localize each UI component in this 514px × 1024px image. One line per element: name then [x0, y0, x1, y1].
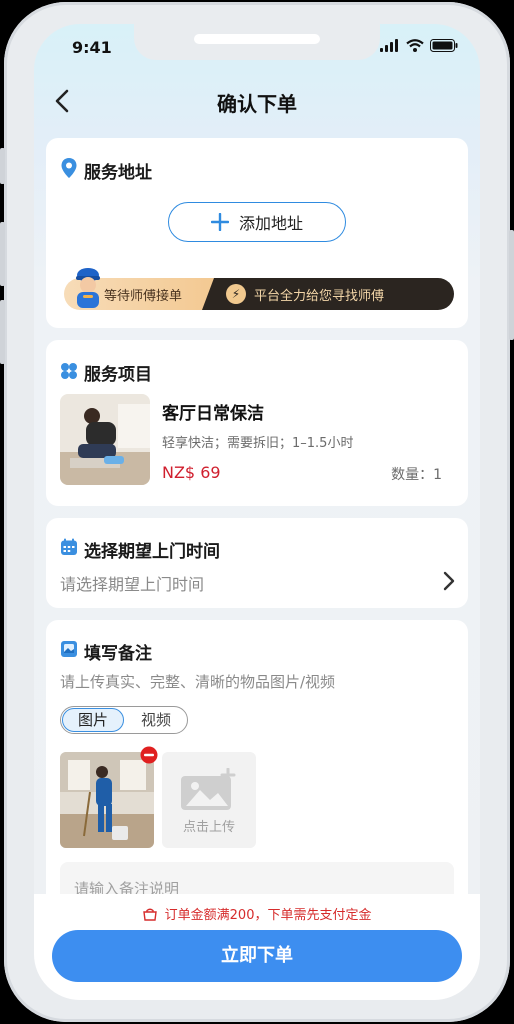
phone-side-button [0, 300, 5, 364]
notes-card: 填写备注 请上传真实、完整、清晰的物品图片/视频 图片 视频 点击上传 请输入备… [46, 620, 468, 912]
uploaded-photo[interactable] [60, 752, 154, 848]
media-type-toggle: 图片 视频 [60, 706, 188, 734]
service-name: 客厅日常保洁 [162, 404, 264, 424]
phone-side-button [0, 222, 5, 286]
tab-image[interactable]: 图片 [62, 708, 124, 732]
time-card[interactable]: 选择期望上门时间 请选择期望上门时间 [46, 518, 468, 608]
calendar-icon [61, 538, 77, 555]
service-price: NZ$ 69 [162, 463, 221, 482]
add-address-button[interactable]: 添加地址 [168, 202, 346, 242]
service-grid-icon [61, 363, 77, 379]
cleaning-photo [60, 394, 150, 485]
bag-icon [142, 908, 157, 921]
worker-mascot-icon [76, 268, 100, 308]
waiting-banner: 等待师傅接单 ⚡ 平台全力给您寻找师傅 [64, 278, 454, 310]
status-time: 9:41 [72, 38, 112, 57]
deposit-notice-text: 订单金额满200，下单需先支付定金 [164, 908, 372, 923]
tab-video[interactable]: 视频 [125, 708, 187, 732]
app-screen: 9:41 确认下单 服务地址 添加地址 等待师傅接单 ⚡ 平台全力给您寻找师傅 [34, 24, 480, 1000]
phone-side-button [0, 148, 5, 184]
image-note-icon [61, 641, 77, 657]
time-title: 选择期望上门时间 [84, 542, 220, 562]
signal-icon [380, 39, 398, 52]
service-quantity: 数量：1 [391, 467, 442, 483]
add-image-icon [181, 768, 236, 810]
service-title: 服务项目 [84, 365, 152, 385]
page-title: 确认下单 [217, 92, 297, 116]
submit-order-button[interactable]: 立即下单 [52, 930, 462, 982]
banner-right-text: 平台全力给您寻找师傅 [254, 289, 385, 304]
battery-icon [430, 39, 458, 52]
phone-side-button [509, 230, 514, 340]
wifi-icon [406, 39, 424, 52]
time-placeholder: 请选择期望上门时间 [60, 575, 205, 594]
chevron-right-icon [443, 571, 455, 591]
address-title: 服务地址 [84, 163, 152, 183]
banner-left-text: 等待师傅接单 [104, 289, 183, 304]
service-desc: 轻享快洁；需要拆旧；1–1.5小时 [162, 436, 354, 451]
location-pin-icon [61, 158, 77, 178]
notch [134, 24, 380, 60]
bottom-bar: 订单金额满200，下单需先支付定金 立即下单 [34, 894, 480, 1000]
deposit-notice: 订单金额满200，下单需先支付定金 [34, 904, 480, 923]
add-address-label: 添加地址 [238, 214, 303, 233]
address-card: 服务地址 添加地址 等待师傅接单 ⚡ 平台全力给您寻找师傅 [46, 138, 468, 328]
lightning-icon: ⚡ [226, 284, 246, 304]
upload-label: 点击上传 [182, 820, 235, 835]
remove-icon[interactable] [140, 746, 158, 764]
plus-icon [210, 213, 229, 231]
speaker [194, 34, 320, 44]
status-icons [380, 39, 458, 52]
upload-button[interactable]: 点击上传 [162, 752, 256, 848]
nav-header: 确认下单 [34, 84, 480, 120]
service-card: 服务项目 客厅日常保洁 轻享快洁；需要拆旧；1–1.5小时 NZ$ 69 数量：… [46, 340, 468, 506]
notes-title: 填写备注 [84, 644, 152, 664]
notes-hint: 请上传真实、完整、清晰的物品图片/视频 [60, 673, 336, 691]
